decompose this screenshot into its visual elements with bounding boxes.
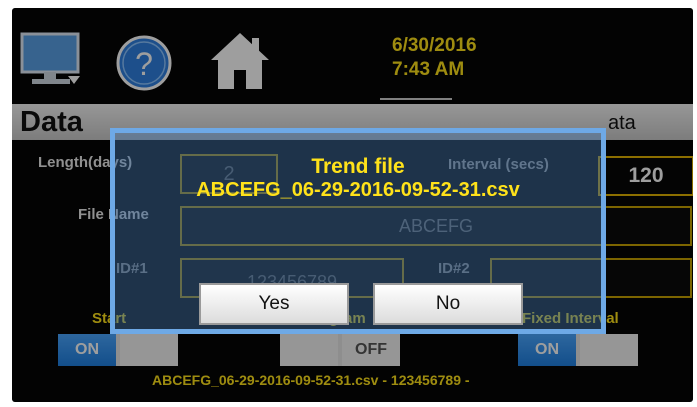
touch-screen: ? 6/30/2016 7:43 AM Data ata Length(days… (12, 8, 693, 402)
trend-file-dialog: Trend file ABCEFG_06-29-2016-09-52-31.cs… (110, 128, 606, 334)
no-button[interactable]: No (373, 283, 523, 325)
yes-button[interactable]: Yes (199, 283, 349, 325)
dialog-title: Trend file (311, 155, 405, 178)
dialog-filename: ABCEFG_06-29-2016-09-52-31.csv (196, 179, 520, 201)
